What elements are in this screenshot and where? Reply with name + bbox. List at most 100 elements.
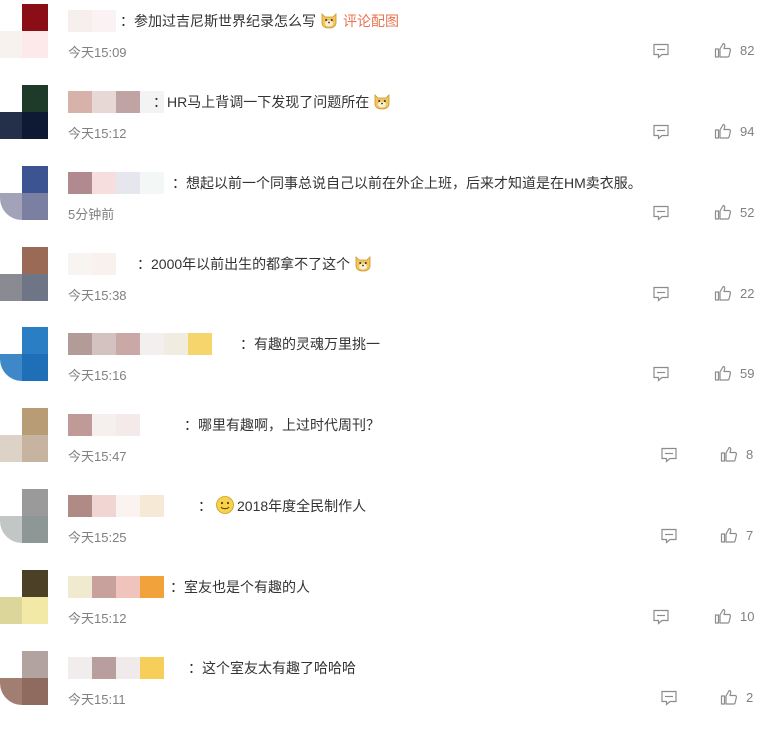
like-count: 22	[740, 285, 755, 301]
reply-button[interactable]	[652, 42, 670, 60]
comment-text: ：室友也是个有趣的人	[170, 576, 310, 598]
username-blurred[interactable]	[68, 172, 164, 194]
thumbs-up-icon	[720, 446, 738, 462]
comment-text: ：2000年以前出生的都拿不了这个	[137, 253, 373, 275]
comment-item: ：哪里有趣啊，上过时代周刊？ 今天15:47 8	[0, 408, 769, 488]
avatar[interactable]	[0, 570, 48, 624]
comment-prefix: ：	[198, 498, 212, 514]
like-button[interactable]: 7	[720, 526, 753, 544]
comment-reply-icon	[661, 528, 677, 544]
avatar[interactable]	[0, 489, 48, 543]
comment-item: ：室友也是个有趣的人今天15:12 10	[0, 570, 769, 650]
comment-body: ：HR马上背调一下发现了问题所在	[153, 94, 370, 110]
avatar[interactable]	[0, 247, 48, 301]
thumbs-up-icon	[714, 42, 732, 58]
comment-body: 2018年度全民制作人	[237, 498, 367, 514]
reply-button[interactable]	[652, 365, 670, 383]
comment-item: ：这个室友太有趣了哈哈哈今天15:11 2	[0, 651, 769, 731]
reply-button[interactable]	[652, 608, 670, 626]
thumbs-up-icon	[714, 365, 732, 381]
comment-item: ：HR马上背调一下发现了问题所在今天15:12 94	[0, 85, 769, 165]
doge-emoji-icon	[355, 256, 371, 272]
avatar[interactable]	[0, 166, 48, 220]
like-button[interactable]: 2	[720, 688, 753, 706]
comment-time: 今天15:09	[68, 45, 127, 60]
like-count: 52	[740, 204, 755, 220]
avatar[interactable]	[0, 408, 48, 462]
comment-reply-icon	[653, 286, 669, 302]
smile-emoji-icon	[216, 496, 234, 514]
avatar[interactable]	[0, 4, 48, 58]
reply-button[interactable]	[652, 123, 670, 141]
comment-time: 5分钟前	[68, 207, 115, 222]
thumbs-up-icon	[720, 527, 738, 543]
comment-text: ：HR马上背调一下发现了问题所在	[153, 91, 392, 113]
avatar[interactable]	[0, 85, 48, 139]
avatar[interactable]	[0, 651, 48, 705]
comment-body: ：室友也是个有趣的人	[170, 579, 310, 595]
avatar[interactable]	[0, 327, 48, 381]
thumbs-up-icon	[720, 689, 738, 705]
username-blurred[interactable]	[68, 10, 116, 32]
thumbs-up-icon	[714, 123, 732, 139]
username-blurred[interactable]	[68, 414, 140, 436]
comment-image-link[interactable]: 评论配图	[343, 13, 399, 29]
like-button[interactable]: 10	[714, 607, 754, 625]
reply-button[interactable]	[652, 285, 670, 303]
username-blurred[interactable]	[68, 91, 164, 113]
reply-button[interactable]	[660, 527, 678, 545]
comment-text: ： 2018年度全民制作人	[198, 495, 366, 517]
comment-reply-icon	[653, 205, 669, 221]
comment-item: ：参加过吉尼斯世界纪录怎么写 评论配图今天15:09 82	[0, 4, 769, 84]
comment-time: 今天15:38	[68, 288, 127, 303]
like-button[interactable]: 8	[720, 445, 753, 463]
comment-reply-icon	[653, 43, 669, 59]
like-count: 8	[746, 446, 754, 462]
like-button[interactable]: 52	[714, 203, 754, 221]
comment-time: 今天15:16	[68, 368, 127, 383]
comment-text: ：有趣的灵魂万里挑一	[240, 333, 380, 355]
comment-text: ：哪里有趣啊，上过时代周刊？	[184, 414, 380, 436]
comment-text: ：这个室友太有趣了哈哈哈	[188, 657, 356, 679]
username-blurred[interactable]	[68, 495, 164, 517]
reply-button[interactable]	[660, 446, 678, 464]
reply-button[interactable]	[652, 204, 670, 222]
thumbs-up-icon	[714, 204, 732, 220]
comment-item: ： 2018年度全民制作人今天15:25 7	[0, 489, 769, 569]
like-button[interactable]: 82	[714, 41, 754, 59]
comment-time: 今天15:25	[68, 530, 127, 545]
comment-time: 今天15:47	[68, 449, 127, 464]
like-count: 10	[740, 608, 755, 624]
comment-time: 今天15:12	[68, 611, 127, 626]
comment-reply-icon	[661, 447, 677, 463]
username-blurred[interactable]	[68, 253, 116, 275]
comment-text: ：想起以前一个同事总说自己以前在外企上班，后来才知道是在HM卖衣服。	[172, 172, 642, 194]
username-blurred[interactable]	[68, 333, 212, 355]
comment-time: 今天15:12	[68, 126, 127, 141]
like-button[interactable]: 59	[714, 364, 754, 382]
like-count: 2	[746, 689, 754, 705]
doge-emoji-icon	[321, 13, 337, 29]
like-count: 59	[740, 365, 755, 381]
comment-body: ：想起以前一个同事总说自己以前在外企上班，后来才知道是在HM卖衣服。	[172, 175, 642, 191]
comment-list: ：参加过吉尼斯世界纪录怎么写 评论配图 今天15:09 82 ：HR马上背调一下发现了问…	[0, 0, 769, 721]
username-blurred[interactable]	[68, 657, 164, 679]
comment-item: ：想起以前一个同事总说自己以前在外企上班，后来才知道是在HM卖衣服。 5分钟前 52	[0, 166, 769, 246]
username-blurred[interactable]	[68, 576, 164, 598]
comment-time: 今天15:11	[68, 692, 126, 707]
like-button[interactable]: 94	[714, 122, 754, 140]
thumbs-up-icon	[714, 608, 732, 624]
comment-body: ：这个室友太有趣了哈哈哈	[188, 660, 356, 676]
comment-item: ：有趣的灵魂万里挑一今天15:16 59	[0, 327, 769, 407]
reply-button[interactable]	[660, 689, 678, 707]
comment-reply-icon	[653, 366, 669, 382]
like-count: 82	[740, 42, 755, 58]
comment-body: ：参加过吉尼斯世界纪录怎么写	[120, 13, 316, 29]
like-button[interactable]: 22	[714, 284, 754, 302]
comment-reply-icon	[653, 609, 669, 625]
comment-reply-icon	[661, 690, 677, 706]
comment-body: ：哪里有趣啊，上过时代周刊？	[184, 417, 380, 433]
doge-emoji-icon	[374, 94, 390, 110]
comment-reply-icon	[653, 124, 669, 140]
comment-text: ：参加过吉尼斯世界纪录怎么写 评论配图	[120, 10, 399, 32]
